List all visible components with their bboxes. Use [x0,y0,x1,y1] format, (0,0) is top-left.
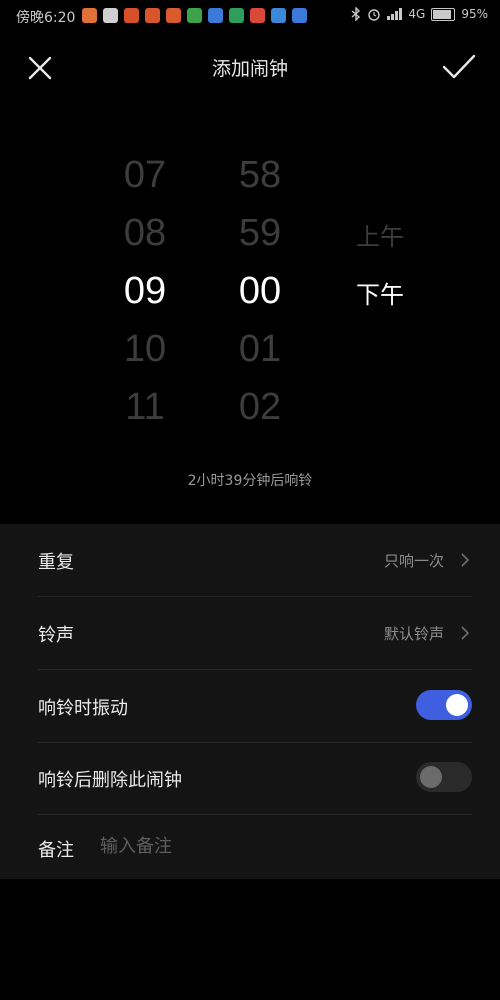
page-title: 添加闹钟 [211,58,288,80]
delete-after-ring-row: 响铃后删除此闹钟 [38,742,472,815]
delete-after-ring-label: 响铃后删除此闹钟 [38,770,182,791]
minute-option[interactable]: 01 [215,320,305,378]
repeat-value: 只响一次 [383,552,444,570]
minute-option[interactable]: 58 [215,146,305,204]
hour-option[interactable]: 08 [100,204,190,262]
vibrate-label: 响铃时振动 [38,698,128,719]
wechat-icon [103,8,118,23]
note-input[interactable] [98,828,402,864]
am-option[interactable]: 上午 [340,208,420,266]
chevron-right-icon [461,626,470,640]
hour-option[interactable]: 11 [100,378,190,436]
ringtone-value: 默认铃声 [383,625,444,643]
hour-picker[interactable]: 07 08 09 10 11 [100,146,190,436]
app-notification-icon [187,8,202,23]
app-notification-icon [82,8,97,23]
note-label: 备注 [38,840,74,861]
hour-option[interactable]: 07 [100,146,190,204]
pm-option-selected[interactable]: 下午 [340,266,420,324]
ringtone-row[interactable]: 铃声 默认铃声 [38,597,472,670]
app-notification-icon [166,8,181,23]
bluetooth-icon [351,7,361,21]
alarm-settings-panel: 重复 只响一次 铃声 默认铃声 响铃时振动 响铃后删除此闹钟 备注 [0,524,500,879]
status-time: 傍晚6:20 [16,10,76,26]
delete-after-ring-toggle[interactable] [416,762,472,792]
toggle-knob [420,766,442,788]
header: 添加闹钟 [0,40,500,96]
status-indicators: 4G 95% [351,7,488,21]
repeat-row[interactable]: 重复 只响一次 [38,524,472,597]
play-store-icon [229,8,244,23]
network-type: 4G [408,7,426,21]
vibrate-toggle[interactable] [416,690,472,720]
battery-icon [431,7,456,21]
chevron-right-icon [461,553,470,567]
ringtone-label: 铃声 [38,625,74,646]
app-notification-icon [292,8,307,23]
minute-picker[interactable]: 58 59 00 01 02 [215,146,305,436]
status-bar: 傍晚6:20 4G 95% [0,0,500,32]
toggle-knob [446,694,468,716]
alarm-icon [368,9,381,21]
hour-option-selected[interactable]: 09 [100,262,190,320]
notification-icons [82,8,307,23]
checkmark-icon [442,54,476,79]
vibrate-row: 响铃时振动 [38,670,472,743]
ring-countdown-hint: 2小时39分钟后响铃 [187,473,313,489]
app-notification-icon [124,8,139,23]
app-notification-icon [271,8,286,23]
minute-option-selected[interactable]: 00 [215,262,305,320]
battery-percent: 95% [461,7,488,21]
ampm-picker[interactable]: 上午 下午 [340,208,420,324]
minute-option[interactable]: 02 [215,378,305,436]
repeat-label: 重复 [38,552,74,573]
app-notification-icon [208,8,223,23]
confirm-button[interactable] [440,50,478,84]
note-row: 备注 [38,814,472,874]
app-notification-icon [145,8,160,23]
app-notification-icon [250,8,265,23]
hour-option[interactable]: 10 [100,320,190,378]
minute-option[interactable]: 59 [215,204,305,262]
signal-icon [387,8,403,20]
